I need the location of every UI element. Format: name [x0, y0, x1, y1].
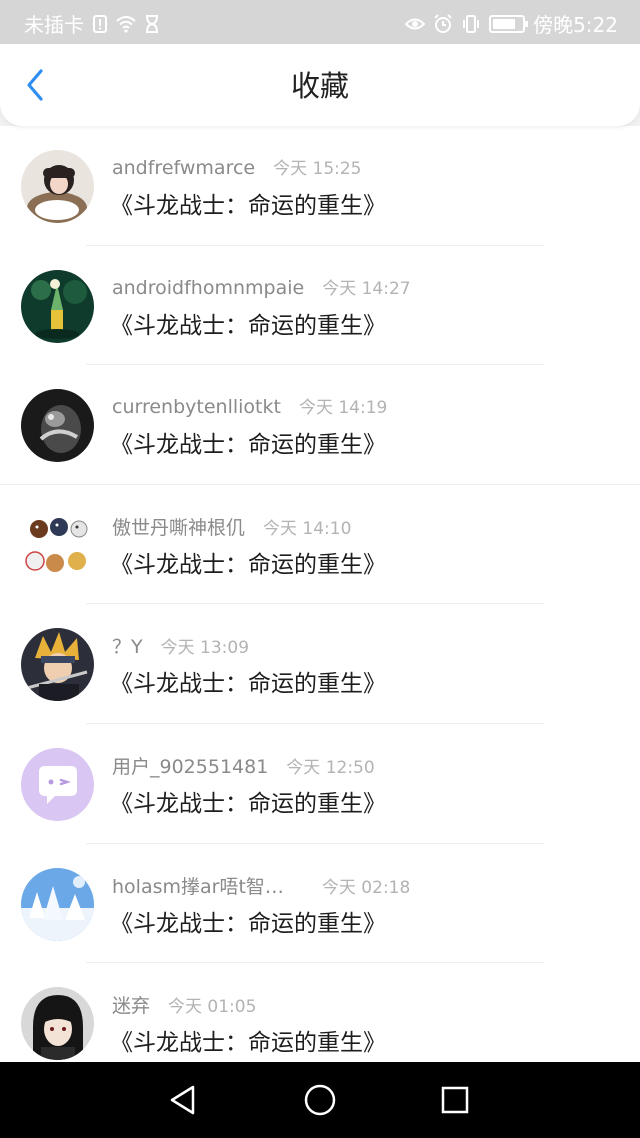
username[interactable]: currenbytenlliotkt	[112, 396, 281, 418]
item-meta: ？Y 今天 13:09	[112, 632, 249, 659]
item-title[interactable]: 《斗龙战士：命运的重生》	[110, 545, 386, 579]
list-item[interactable]: 迷弃 今天 01:05 《斗龙战士：命运的重生》	[0, 963, 640, 1062]
timestamp: 今天 02:18	[321, 877, 411, 898]
list-item[interactable]: currenbytenlliotkt 今天 14:19 《斗龙战士：命运的重生》	[0, 365, 640, 485]
item-meta: 傲世丹嘶神根仉 今天 14:10	[112, 513, 351, 540]
avatar[interactable]	[21, 628, 94, 702]
avatar[interactable]	[21, 389, 94, 463]
alarm-icon	[433, 13, 453, 34]
avatar[interactable]	[21, 508, 94, 582]
avatar[interactable]	[21, 867, 94, 941]
username[interactable]: 迷弃	[112, 991, 150, 1018]
clock-text: 傍晚5:22	[533, 13, 618, 37]
back-triangle-icon	[170, 1085, 195, 1115]
avatar[interactable]	[21, 747, 94, 821]
list-item[interactable]: andfrefwmarce 今天 15:25 《斗龙战士：命运的重生》	[0, 126, 640, 246]
sim-alert-icon	[90, 14, 110, 34]
username[interactable]: holasm搼ar唔t智…	[112, 872, 284, 899]
list-item[interactable]: holasm搼ar唔t智… 今天 02:18 《斗龙战士：命运的重生》	[0, 844, 640, 964]
wifi-icon	[116, 14, 136, 34]
item-meta: holasm搼ar唔t智… 今天 02:18	[112, 872, 410, 899]
username[interactable]: ？Y	[112, 632, 143, 659]
timestamp: 今天 14:19	[298, 398, 388, 419]
avatar[interactable]	[21, 987, 94, 1061]
username[interactable]: 用户_902551481	[112, 752, 268, 779]
item-title[interactable]: 《斗龙战士：命运的重生》	[110, 784, 386, 818]
username[interactable]: andfrefwmarce	[112, 157, 255, 179]
username[interactable]: androidfhomnmpaie	[112, 277, 304, 299]
item-meta: currenbytenlliotkt 今天 14:19	[112, 393, 387, 418]
home-circle-icon	[304, 1084, 336, 1116]
item-title[interactable]: 《斗龙战士：命运的重生》	[110, 664, 386, 698]
status-right: 傍晚5:22	[405, 9, 618, 38]
avatar[interactable]	[21, 269, 94, 343]
system-nav-bar	[0, 1062, 640, 1138]
item-title[interactable]: 《斗龙战士：命运的重生》	[110, 306, 386, 340]
item-meta: andfrefwmarce 今天 15:25	[112, 154, 362, 179]
status-bar: 未插卡 傍晚5:22	[0, 0, 640, 44]
item-title[interactable]: 《斗龙战士：命运的重生》	[110, 1023, 386, 1057]
nav-recents-button[interactable]	[435, 1080, 475, 1120]
timestamp: 今天 14:27	[322, 278, 411, 299]
hourglass-icon	[142, 14, 162, 34]
item-title[interactable]: 《斗龙战士：命运的重生》	[110, 186, 386, 220]
carrier-text: 未插卡	[24, 13, 84, 37]
status-left: 未插卡	[24, 9, 162, 38]
timestamp: 今天 13:09	[160, 638, 250, 659]
list-item[interactable]: androidfhomnmpaie 今天 14:27 《斗龙战士：命运的重生》	[0, 246, 640, 366]
username[interactable]: 傲世丹嘶神根仉	[112, 513, 245, 540]
list-item[interactable]: 用户_902551481 今天 12:50 《斗龙战士：命运的重生》	[0, 724, 640, 844]
timestamp: 今天 15:25	[273, 159, 362, 179]
item-meta: androidfhomnmpaie 今天 14:27	[112, 274, 411, 299]
app-header: 收藏	[0, 44, 640, 126]
battery-icon	[489, 14, 529, 33]
item-meta: 迷弃 今天 01:05	[112, 991, 256, 1018]
avatar[interactable]	[21, 150, 94, 223]
timestamp: 今天 12:50	[286, 757, 375, 778]
item-title[interactable]: 《斗龙战士：命运的重生》	[110, 425, 386, 459]
page-title: 收藏	[290, 69, 349, 103]
favorites-list: andfrefwmarce 今天 15:25 《斗龙战士：命运的重生》 andr…	[0, 126, 640, 1062]
list-item[interactable]: ？Y 今天 13:09 《斗龙战士：命运的重生》	[0, 604, 640, 724]
vibrate-icon	[461, 14, 481, 34]
list-item[interactable]: 傲世丹嘶神根仉 今天 14:10 《斗龙战士：命运的重生》	[0, 485, 640, 605]
nav-back-button[interactable]	[163, 1080, 203, 1120]
nav-home-button[interactable]	[300, 1080, 340, 1120]
battery-level	[493, 18, 516, 29]
item-title[interactable]: 《斗龙战士：命运的重生》	[110, 904, 386, 938]
timestamp: 今天 14:10	[263, 518, 352, 539]
recents-square-icon	[441, 1086, 469, 1114]
item-meta: 用户_902551481 今天 12:50	[112, 752, 375, 779]
timestamp: 今天 01:05	[168, 997, 257, 1018]
eye-icon	[405, 14, 426, 34]
